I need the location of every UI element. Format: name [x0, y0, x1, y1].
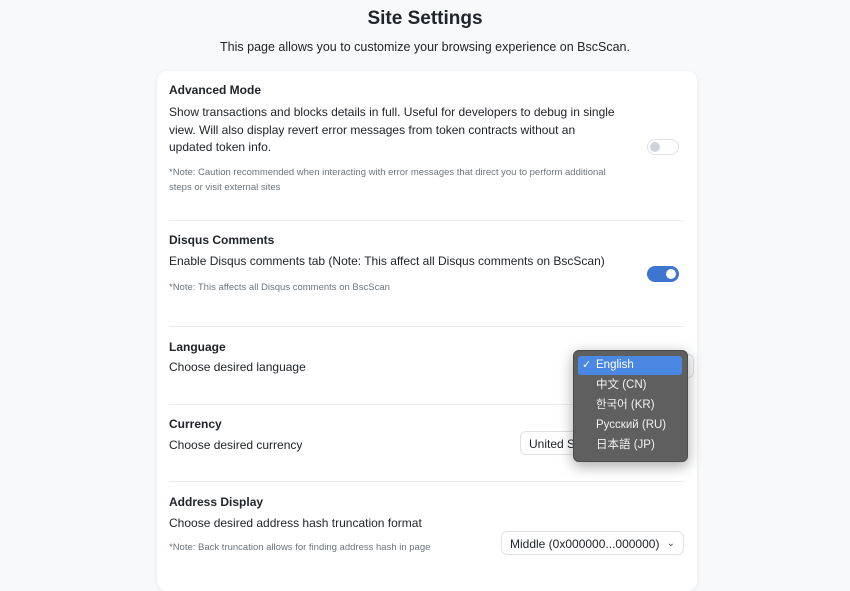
language-option-label: 日本語 (JP) — [596, 439, 655, 451]
language-option-label: 한국어 (KR) — [596, 399, 655, 411]
divider — [169, 481, 684, 482]
settings-card: Advanced Mode Show transactions and bloc… — [157, 71, 697, 591]
disqus-section: Disqus Comments Enable Disqus comments t… — [169, 233, 684, 295]
language-dropdown-menu: ✓ English 中文 (CN) 한국어 (KR) Русский (RU) … — [573, 350, 688, 462]
language-option-jp[interactable]: 日本語 (JP) — [578, 436, 682, 455]
advanced-mode-description: Show transactions and blocks details in … — [169, 105, 615, 154]
address-display-value: Middle (0x000000...000000) — [510, 537, 660, 551]
language-option-label: Русский (RU) — [596, 419, 667, 431]
advanced-mode-toggle[interactable] — [647, 139, 679, 155]
checkmark-icon: ✓ — [582, 359, 592, 371]
page-title: Site Settings — [367, 8, 483, 29]
disqus-title: Disqus Comments — [169, 233, 275, 247]
language-option-english[interactable]: ✓ English — [578, 356, 682, 375]
language-option-label: 中文 (CN) — [596, 379, 647, 391]
language-option-kr[interactable]: 한국어 (KR) — [578, 396, 682, 415]
address-display-description: Choose desired address hash truncation f… — [169, 516, 422, 530]
page-subtitle: This page allows you to customize your b… — [220, 40, 630, 54]
language-option-ru[interactable]: Русский (RU) — [578, 416, 682, 435]
disqus-note: *Note: This affects all Disqus comments … — [169, 281, 390, 293]
language-option-label: English — [596, 359, 634, 371]
disqus-description: Enable Disqus comments tab (Note: This a… — [169, 254, 605, 268]
divider — [169, 220, 684, 221]
address-display-select[interactable]: Middle (0x000000...000000) ⌄ — [501, 531, 684, 555]
toggle-knob — [666, 269, 676, 279]
address-display-title: Address Display — [169, 495, 264, 509]
chevron-down-icon: ⌄ — [666, 538, 675, 549]
advanced-mode-title: Advanced Mode — [169, 83, 262, 97]
divider — [169, 326, 684, 327]
advanced-mode-section: Advanced Mode Show transactions and bloc… — [169, 83, 684, 195]
language-option-cn[interactable]: 中文 (CN) — [578, 376, 682, 395]
disqus-toggle[interactable] — [647, 266, 679, 282]
advanced-mode-note: *Note: Caution recommended when interact… — [169, 166, 606, 193]
toggle-knob — [650, 142, 660, 152]
